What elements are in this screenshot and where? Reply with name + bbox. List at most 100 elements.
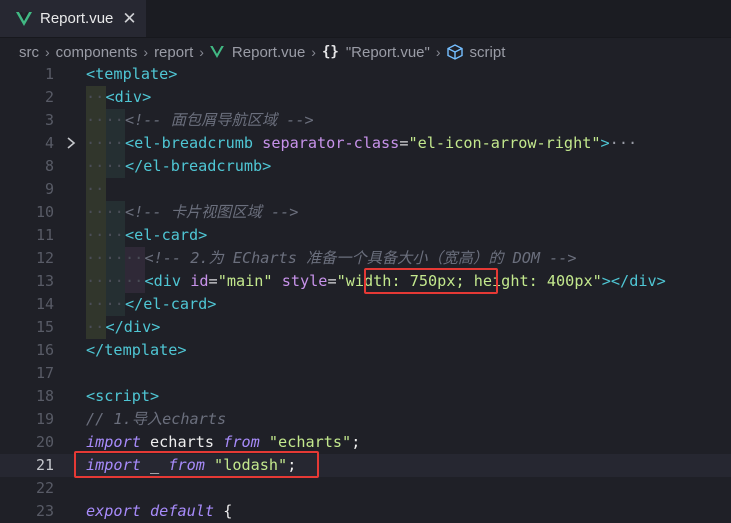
code-token: ; xyxy=(351,433,361,451)
tab-title: Report.vue xyxy=(40,10,114,27)
code-token: "echarts" xyxy=(268,433,352,451)
chevron-right-icon: › xyxy=(199,44,204,60)
indent-guide: ·· xyxy=(105,109,125,132)
line-number: 23 xyxy=(35,502,54,520)
code-text: ····</el-breadcrumb> xyxy=(86,155,271,178)
line-number: 20 xyxy=(35,433,54,451)
code-token: </el-card> xyxy=(125,295,217,313)
code-text: ··<div> xyxy=(86,86,151,109)
code-token: { xyxy=(214,502,233,520)
code-token: <!-- 面包屑导航区域 --> xyxy=(125,111,314,129)
indent-guide: ·· xyxy=(86,224,106,247)
code-token: "main" xyxy=(217,272,273,290)
chevron-right-icon: › xyxy=(143,44,149,60)
code-line[interactable]: 10 ····<!-- 卡片视图区域 --> xyxy=(0,201,731,224)
code-line[interactable]: 19 // 1.导入echarts xyxy=(0,408,731,431)
code-token: // 1.导入echarts xyxy=(86,410,227,428)
highlight-box-style xyxy=(364,268,498,294)
line-number: 14 xyxy=(35,295,54,313)
vue-file-icon xyxy=(16,11,32,26)
line-number: 13 xyxy=(35,272,54,290)
code-line[interactable]: 8 ····</el-breadcrumb> xyxy=(0,155,731,178)
vue-file-icon xyxy=(210,46,224,58)
breadcrumb-component[interactable]: "Report.vue" xyxy=(346,44,430,61)
close-icon[interactable]: ✕ xyxy=(122,10,136,27)
code-line[interactable]: 4 ····<el-breadcrumb separator-class="el-… xyxy=(0,132,731,155)
code-token: style xyxy=(281,272,328,290)
code-token: = xyxy=(327,272,337,290)
code-text: <template> xyxy=(86,63,177,86)
code-text: export default { xyxy=(86,500,232,523)
breadcrumb-components[interactable]: components xyxy=(56,44,138,61)
code-text: <script> xyxy=(86,385,159,408)
code-line[interactable]: 9 ·· xyxy=(0,178,731,201)
code-token: </el-breadcrumb> xyxy=(125,157,272,175)
line-number: 3 xyxy=(44,111,54,129)
breadcrumb-src[interactable]: src xyxy=(19,44,39,61)
code-line[interactable]: 14 ····</el-card> xyxy=(0,293,731,316)
indent-guide: ·· xyxy=(86,86,106,109)
code-line[interactable]: 16 </template> xyxy=(0,339,731,362)
code-text: ····</el-card> xyxy=(86,293,216,316)
line-number: 12 xyxy=(35,249,54,267)
code-token: <script> xyxy=(86,387,160,405)
code-token: <!-- 卡片视图区域 --> xyxy=(125,203,299,221)
code-line[interactable]: 3 ····<!-- 面包屑导航区域 --> xyxy=(0,109,731,132)
code-text: ····<el-card> xyxy=(86,224,207,247)
code-text: // 1.导入echarts xyxy=(86,408,226,431)
line-number: 4 xyxy=(44,134,54,152)
indent-guide: ·· xyxy=(105,201,125,224)
code-line[interactable]: 22 xyxy=(0,477,731,500)
breadcrumb: src › components › report › Report.vue ›… xyxy=(0,38,731,66)
indent-guide: ·· xyxy=(86,109,106,132)
code-line[interactable]: 23 export default { xyxy=(0,500,731,523)
line-number: 15 xyxy=(35,318,54,336)
indent-guide: ·· xyxy=(86,247,106,270)
indent-guide: ·· xyxy=(105,224,125,247)
line-number: 22 xyxy=(35,479,54,497)
breadcrumb-file[interactable]: Report.vue xyxy=(232,44,305,61)
line-number: 16 xyxy=(35,341,54,359)
cube-icon xyxy=(446,44,463,60)
line-number: 11 xyxy=(35,226,54,244)
code-token: export xyxy=(86,502,141,520)
code-text: ······<!-- 2.为 ECharts 准备一个具备大小（宽高）的 DOM… xyxy=(86,247,577,270)
code-line[interactable]: 2 ··<div> xyxy=(0,86,731,109)
code-token: <div> xyxy=(105,88,152,106)
code-line[interactable]: 1 <template> xyxy=(0,63,731,86)
code-token: id xyxy=(190,272,209,290)
code-token: <el-breadcrumb xyxy=(125,134,254,152)
code-token: ></div> xyxy=(601,272,666,290)
code-token: <template> xyxy=(86,65,178,83)
tab-report-vue[interactable]: Report.vue ✕ xyxy=(0,0,146,37)
code-text: ····<!-- 面包屑导航区域 --> xyxy=(86,109,314,132)
code-line[interactable]: 17 xyxy=(0,362,731,385)
line-number: 8 xyxy=(44,157,54,175)
chevron-right-icon[interactable] xyxy=(66,136,76,150)
line-number: 1 xyxy=(44,65,54,83)
code-line[interactable]: 18 <script> xyxy=(0,385,731,408)
highlight-box-import xyxy=(74,451,319,478)
indent-guide: ·· xyxy=(125,270,145,293)
code-line[interactable]: 11 ····<el-card> xyxy=(0,224,731,247)
line-number: 17 xyxy=(35,364,54,382)
code-text: ····<!-- 卡片视图区域 --> xyxy=(86,201,298,224)
line-number: 10 xyxy=(35,203,54,221)
code-text: ····<el-breadcrumb separator-class="el-i… xyxy=(86,132,637,155)
code-token: separator-class xyxy=(262,134,400,152)
code-line[interactable]: 12 ······<!-- 2.为 ECharts 准备一个具备大小（宽高）的 D… xyxy=(0,247,731,270)
line-number: 21 xyxy=(35,456,54,474)
breadcrumb-report[interactable]: report xyxy=(154,44,193,61)
breadcrumb-script[interactable]: script xyxy=(470,44,506,61)
indent-guide: ·· xyxy=(86,270,106,293)
indent-guide: ·· xyxy=(86,132,106,155)
code-line[interactable]: 15 ··</div> xyxy=(0,316,731,339)
indent-guide: ·· xyxy=(125,247,145,270)
chevron-right-icon: › xyxy=(45,44,50,60)
code-token: <div xyxy=(144,272,182,290)
tab-bar: Report.vue ✕ xyxy=(0,0,731,38)
